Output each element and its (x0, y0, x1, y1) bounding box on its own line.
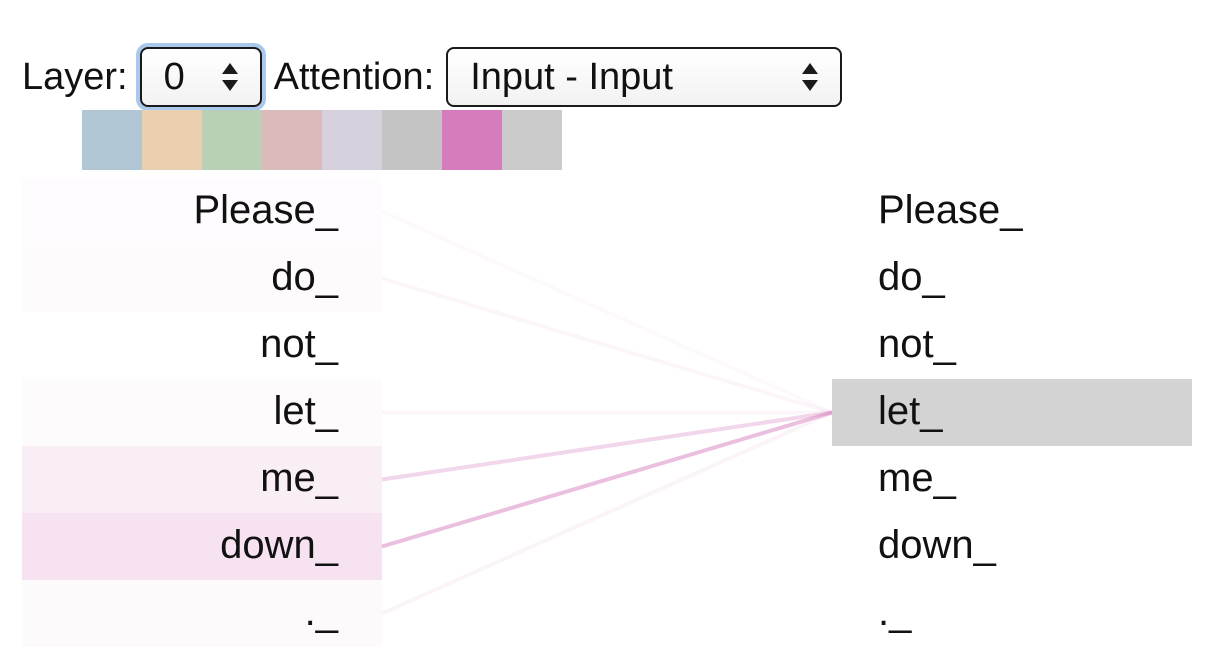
source-token[interactable]: do_ (22, 245, 382, 312)
target-token[interactable]: Please_ (832, 178, 1192, 245)
attention-line (381, 209, 833, 415)
source-token[interactable]: down_ (22, 513, 382, 580)
attention-line (381, 410, 833, 549)
head-swatch-6[interactable] (442, 110, 502, 170)
attention-label: Attention: (273, 56, 435, 98)
source-token-column: Please_ do_ not_ let_ me_ down_ ._ (22, 178, 382, 647)
attention-line (381, 410, 833, 482)
controls-bar: Layer: 0 Attention: Input - Input (22, 44, 843, 110)
target-token-column: Please_ do_ not_ let_ me_ down_ ._ (832, 178, 1192, 647)
target-token[interactable]: me_ (832, 446, 1192, 513)
head-swatch-5[interactable] (382, 110, 442, 170)
layer-label: Layer: (22, 56, 128, 98)
head-swatch-2[interactable] (202, 110, 262, 170)
layer-value: 0 (163, 55, 185, 98)
head-swatch-4[interactable] (322, 110, 382, 170)
target-token[interactable]: down_ (832, 513, 1192, 580)
head-swatch-0[interactable] (82, 110, 142, 170)
head-swatch-1[interactable] (142, 110, 202, 170)
source-token[interactable]: me_ (22, 446, 382, 513)
attention-line (381, 276, 833, 415)
attention-line (381, 410, 833, 616)
attention-value: Input - Input (470, 55, 673, 98)
select-arrows-icon (221, 63, 238, 91)
source-token[interactable]: Please_ (22, 178, 382, 245)
source-token[interactable]: not_ (22, 312, 382, 379)
attention-visualization: Layer: 0 Attention: Input - Input Please… (0, 0, 1216, 662)
attention-select[interactable]: Input - Input (446, 47, 843, 107)
select-arrows-icon (802, 63, 819, 91)
target-token[interactable]: let_ (832, 379, 1192, 446)
target-token[interactable]: not_ (832, 312, 1192, 379)
source-token[interactable]: ._ (22, 580, 382, 647)
head-color-palette (82, 110, 562, 170)
target-token[interactable]: do_ (832, 245, 1192, 312)
head-swatch-3[interactable] (262, 110, 322, 170)
target-token[interactable]: ._ (832, 580, 1192, 647)
layer-select[interactable]: 0 (139, 47, 262, 107)
head-swatch-7[interactable] (502, 110, 562, 170)
source-token[interactable]: let_ (22, 379, 382, 446)
